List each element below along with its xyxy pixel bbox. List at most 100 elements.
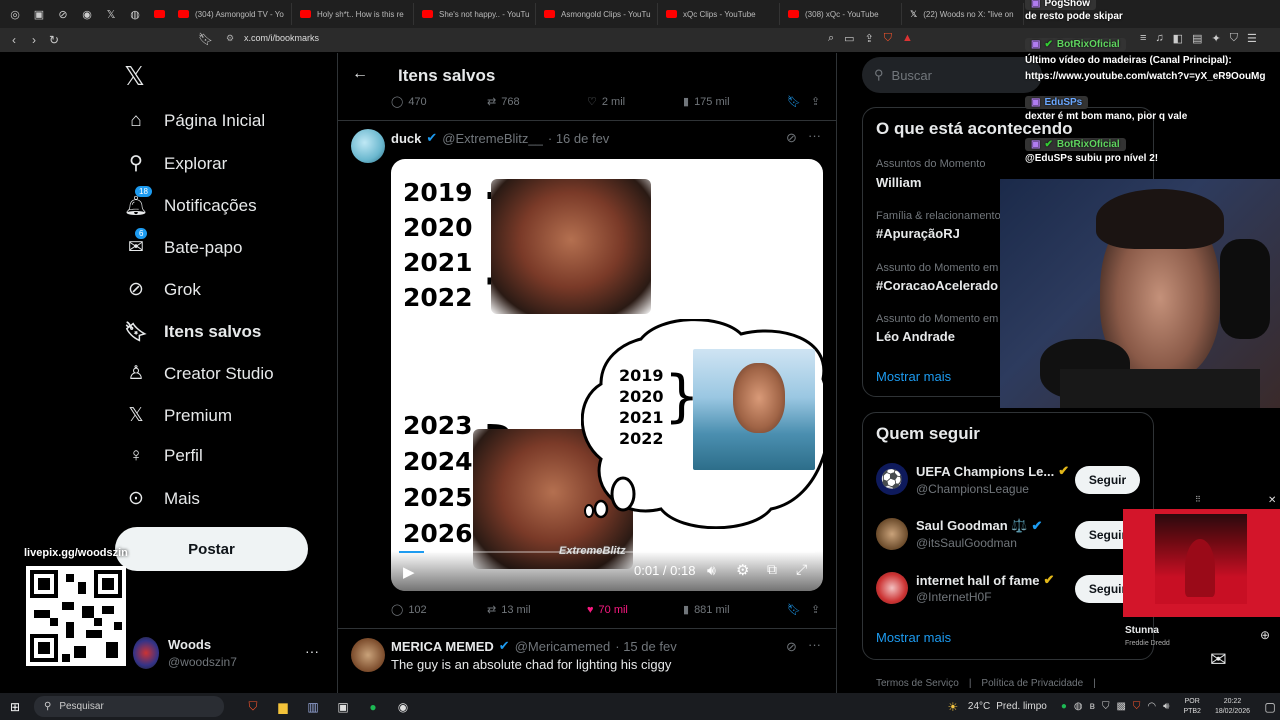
browser-tab[interactable]: (308) xQc - YouTube — [782, 3, 902, 25]
post-author[interactable]: duck — [391, 131, 421, 146]
account-more-icon[interactable]: ··· — [305, 643, 319, 659]
search-box[interactable]: ⚲ Buscar — [862, 57, 1042, 93]
back-icon[interactable]: ‹ — [4, 33, 24, 47]
account-name[interactable]: Woods — [168, 637, 211, 652]
chat-tray-icon[interactable]: ◍ — [1074, 701, 1083, 712]
bookmark-button[interactable]: 🔖︎ — [787, 603, 811, 616]
nav-more[interactable]: ⊙ Mais — [124, 487, 200, 510]
reload-icon[interactable]: ↻ — [44, 33, 64, 47]
drag-handle-icon[interactable]: ⠿ — [1195, 495, 1201, 504]
trend-name[interactable]: #CoracaoAcelerado — [876, 278, 998, 293]
post-more-icon[interactable]: ··· — [808, 128, 821, 143]
footer-terms-link[interactable]: Termos de Serviço — [876, 678, 959, 689]
pinned-tab-x-icon[interactable]: 𝕏 — [100, 3, 122, 25]
grok-icon[interactable]: ⊘ — [786, 130, 797, 146]
shield-icon[interactable]: ⛉ — [1102, 701, 1110, 712]
trend-name[interactable]: Léo Andrade — [876, 329, 955, 344]
file-explorer-icon[interactable]: ▆ — [268, 700, 298, 714]
nav-messages[interactable]: ✉ 6 Bate-papo — [124, 228, 242, 259]
post-handle[interactable]: @ExtremeBlitz__ — [442, 131, 543, 146]
reply-button[interactable]: ◯ 102 — [391, 603, 487, 617]
bluetooth-icon[interactable]: ʙ — [1090, 701, 1095, 712]
reply-button[interactable]: ◯ 470 — [391, 95, 487, 109]
trend-name[interactable]: William — [876, 175, 921, 190]
grok-icon[interactable]: ⊘ — [786, 639, 797, 655]
url-field[interactable]: x.com/i/bookmarks — [244, 33, 319, 43]
site-info-icon[interactable]: ⚙ — [226, 33, 234, 44]
language-indicator[interactable]: POR PTB2 — [1183, 697, 1201, 717]
footer-privacy-link[interactable]: Política de Privacidade — [981, 678, 1083, 689]
clock[interactable]: 20:22 18/02/2026 — [1215, 697, 1250, 717]
brave-shield-icon[interactable]: ⛉ — [884, 32, 892, 45]
nav-creator-studio[interactable]: ♙ Creator Studio — [124, 362, 273, 385]
weather-temp[interactable]: 24°C — [968, 701, 990, 712]
brave-rewards-icon[interactable]: ▲ — [902, 32, 913, 45]
post-author[interactable]: MERICA MEMED — [391, 639, 494, 654]
browser-tab-active[interactable]: 𝕏 (22) Woods no X: "live on — [904, 3, 1024, 25]
capcut-icon[interactable]: ▣ — [328, 700, 358, 714]
pinned-tab-icon[interactable]: ◉ — [76, 3, 98, 25]
post-more-icon[interactable]: ··· — [808, 637, 821, 652]
follow-avatar[interactable] — [876, 572, 908, 604]
search-input[interactable]: Buscar — [892, 68, 932, 83]
trends-show-more[interactable]: Mostrar mais — [876, 369, 951, 384]
app-tray-icon[interactable]: ▩ — [1116, 701, 1125, 712]
follow-avatar[interactable] — [876, 518, 908, 550]
repost-button[interactable]: ⇄ 768 — [487, 95, 587, 109]
browser-tab[interactable]: Asmongold Clips - YouTu — [538, 3, 658, 25]
browser-tab[interactable]: Holy sh*t.. How is this re — [294, 3, 414, 25]
video-progress-track[interactable] — [399, 551, 815, 553]
follow-name[interactable]: UEFA Champions Le... — [916, 464, 1054, 479]
nav-premium[interactable]: 𝕏 Premium — [124, 404, 232, 427]
notepad-icon[interactable]: ▥ — [298, 700, 328, 714]
notifications-icon[interactable]: ▢ — [1260, 700, 1280, 714]
nav-explore[interactable]: ⚲ Explorar — [124, 152, 227, 175]
spotify-icon[interactable]: ● — [358, 700, 388, 714]
fullscreen-icon[interactable]: ⤢ — [796, 561, 807, 578]
follow-button[interactable]: Seguir — [1075, 466, 1140, 494]
volume-icon[interactable]: 🔊︎ — [1163, 701, 1169, 712]
follow-show-more[interactable]: Mostrar mais — [876, 630, 951, 645]
add-icon[interactable]: ⊕ — [1260, 628, 1270, 642]
post-avatar[interactable] — [351, 638, 385, 672]
post-date[interactable]: · 15 de fev — [615, 639, 676, 654]
volume-icon[interactable]: 🔊︎ — [707, 562, 716, 579]
x-logo[interactable]: 𝕏 — [124, 62, 145, 92]
obs-icon[interactable]: ◉ — [388, 700, 418, 714]
pinned-tab-reddit-icon[interactable]: ◍ — [124, 3, 146, 25]
nav-bookmarks[interactable]: 🔖︎ Itens salvos — [124, 320, 261, 344]
pinned-tab-icon[interactable]: ▣ — [28, 3, 50, 25]
bookmark-button[interactable]: 🔖︎ — [787, 95, 811, 108]
post-handle[interactable]: @Mericamemed — [515, 639, 611, 654]
pinned-tab-icon[interactable]: ⊘ — [52, 3, 74, 25]
browser-tab[interactable]: She's not happy.. - YouTu — [416, 3, 536, 25]
share-button[interactable]: ⇪ — [811, 603, 820, 616]
browser-tab[interactable]: xQc Clips - YouTube — [660, 3, 780, 25]
cast-icon[interactable]: ▭ — [844, 32, 854, 45]
repost-button[interactable]: ⇄ 13 mil — [487, 603, 587, 617]
follow-name[interactable]: Saul Goodman ⚖️ — [916, 518, 1028, 534]
like-button[interactable]: ♥ 70 mil — [587, 603, 683, 616]
messages-drawer-icon[interactable]: ✉ — [1210, 647, 1242, 671]
follow-avatar[interactable]: ⚽ — [876, 463, 908, 495]
weather-desc[interactable]: Pred. limpo — [996, 701, 1047, 712]
forward-icon[interactable]: › — [24, 33, 44, 47]
windows-start-icon[interactable]: ⊞ — [0, 700, 30, 714]
share-icon[interactable]: ⇪ — [865, 32, 874, 45]
nav-home[interactable]: ⌂ Página Inicial — [124, 110, 265, 132]
brave-icon[interactable]: ⛉ — [238, 699, 268, 714]
post-button[interactable]: Postar — [115, 527, 308, 571]
settings-icon[interactable]: ⚙ — [736, 561, 749, 579]
follow-name[interactable]: internet hall of fame — [916, 573, 1040, 588]
zoom-icon[interactable]: ⌕ — [828, 32, 834, 45]
wifi-icon[interactable]: ◠ — [1147, 701, 1156, 712]
weather-icon[interactable]: ☀ — [938, 700, 968, 714]
pinned-tab-icon[interactable]: ◎ — [4, 3, 26, 25]
video-player[interactable]: 2019 2020 2021 2022 } 2023 2024 2025 202… — [391, 159, 823, 591]
widget-close-icon[interactable]: ✕ — [1268, 495, 1276, 506]
pip-icon[interactable]: ⧉ — [767, 561, 777, 578]
nav-grok[interactable]: ⊘ Grok — [124, 278, 201, 301]
post-avatar[interactable] — [351, 129, 385, 163]
play-icon[interactable]: ▶ — [403, 563, 415, 581]
browser-tab[interactable]: (304) Asmongold TV - Yo — [172, 3, 292, 25]
